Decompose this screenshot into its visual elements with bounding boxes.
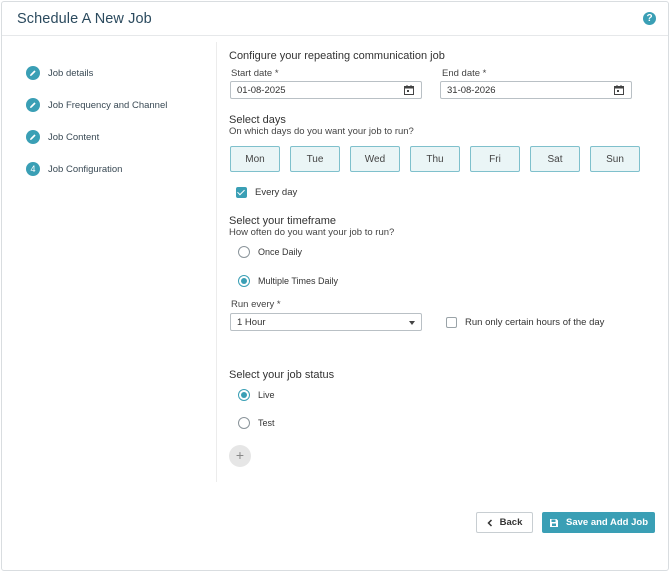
step-label: Job details	[48, 67, 94, 79]
run-every-label: Run every *	[231, 299, 281, 310]
page-title: Schedule A New Job	[17, 11, 152, 27]
step-label: Job Configuration	[48, 163, 123, 175]
pencil-icon	[26, 66, 40, 80]
chevron-left-icon	[487, 518, 492, 527]
panel-header: Schedule A New Job ?	[2, 2, 668, 36]
step-label: Job Content	[48, 131, 100, 143]
start-date-label: Start date *	[231, 68, 279, 79]
pencil-icon	[26, 98, 40, 112]
day-thu-button[interactable]: Thu	[410, 146, 460, 172]
section-divider	[216, 42, 217, 482]
select-days-subtitle: On which days do you want your job to ru…	[229, 126, 414, 137]
every-day-checkbox[interactable]	[236, 187, 247, 198]
day-fri-button[interactable]: Fri	[470, 146, 520, 172]
end-date-input[interactable]: 31-08-2026	[440, 81, 632, 99]
caret-down-icon	[409, 321, 415, 325]
configure-title: Configure your repeating communication j…	[229, 50, 445, 62]
once-daily-label: Once Daily	[258, 247, 303, 257]
add-icon[interactable]: +	[229, 445, 251, 467]
calendar-icon[interactable]	[614, 85, 624, 95]
step-job-configuration[interactable]: 4 Job Configuration	[26, 153, 167, 185]
start-date-value: 01-08-2025	[237, 85, 286, 96]
day-mon-button[interactable]: Mon	[230, 146, 280, 172]
job-status-title: Select your job status	[229, 369, 335, 381]
certain-hours-checkbox[interactable]	[446, 317, 457, 328]
multiple-times-daily-label: Multiple Times Daily	[258, 276, 339, 286]
calendar-icon[interactable]	[404, 85, 414, 95]
save-and-add-job-button[interactable]: Save and Add Job	[542, 512, 655, 533]
timeframe-title: Select your timeframe	[229, 215, 336, 227]
back-label: Back	[499, 517, 523, 528]
day-sun-button[interactable]: Sun	[590, 146, 640, 172]
day-wed-button[interactable]: Wed	[350, 146, 400, 172]
once-daily-radio[interactable]	[238, 246, 250, 258]
end-date-label: End date *	[442, 68, 487, 79]
help-icon[interactable]: ?	[643, 12, 656, 25]
floppy-disk-icon	[550, 518, 558, 527]
select-days-title: Select days	[229, 114, 286, 126]
check-icon	[237, 187, 245, 196]
step-job-details[interactable]: Job details	[26, 57, 167, 89]
run-every-value: 1 Hour	[237, 317, 266, 328]
every-day-label: Every day	[255, 187, 298, 198]
end-date-value: 31-08-2026	[447, 85, 496, 96]
multiple-times-daily-radio[interactable]	[238, 275, 250, 287]
schedule-job-panel: Schedule A New Job ? Job details Job Fre…	[1, 1, 669, 571]
test-label: Test	[258, 418, 275, 428]
step-number-badge: 4	[26, 162, 40, 176]
step-list: Job details Job Frequency and Channel Jo…	[26, 57, 167, 185]
certain-hours-label: Run only certain hours of the day	[465, 317, 605, 328]
pencil-icon	[26, 130, 40, 144]
timeframe-subtitle: How often do you want your job to run?	[229, 227, 395, 238]
step-job-frequency-and-channel[interactable]: Job Frequency and Channel	[26, 89, 167, 121]
test-radio[interactable]	[238, 417, 250, 429]
back-button[interactable]: Back	[476, 512, 533, 533]
live-label: Live	[258, 390, 275, 400]
start-date-input[interactable]: 01-08-2025	[230, 81, 422, 99]
save-label: Save and Add Job	[566, 517, 648, 528]
day-tue-button[interactable]: Tue	[290, 146, 340, 172]
live-radio[interactable]	[238, 389, 250, 401]
day-sat-button[interactable]: Sat	[530, 146, 580, 172]
run-every-select[interactable]: 1 Hour	[230, 313, 422, 331]
step-job-content[interactable]: Job Content	[26, 121, 167, 153]
step-label: Job Frequency and Channel	[48, 99, 168, 111]
